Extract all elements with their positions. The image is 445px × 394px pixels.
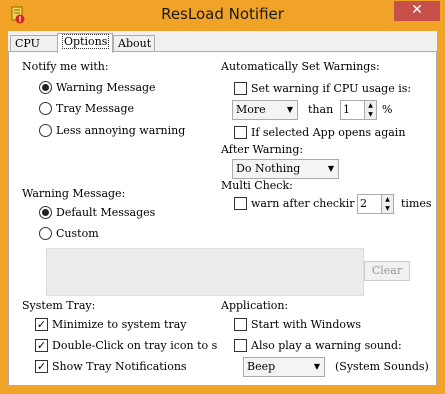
client-area: CPU Options About Notify me with: Warnin… <box>8 31 437 386</box>
threshold-spinner[interactable]: 1 ▲ ▼ <box>340 100 377 120</box>
threshold-value: 1 <box>343 103 350 116</box>
sound-source-label: (System Sounds) <box>335 360 429 373</box>
multi-check-label[interactable]: warn after checkir <box>251 197 359 210</box>
notify-heading: Notify me with: <box>22 60 109 73</box>
warning-message-heading: Warning Message: <box>22 187 126 200</box>
multi-check-checkbox[interactable] <box>234 197 247 210</box>
chevron-down-icon: ▼ <box>327 164 334 173</box>
warning-sound-label[interactable]: Also play a warning sound: <box>251 339 402 352</box>
tab-cpu-label: CPU <box>15 37 40 50</box>
system-tray-heading: System Tray: <box>22 299 96 312</box>
notify-tray-radio[interactable] <box>39 102 52 115</box>
start-windows-checkbox[interactable] <box>234 318 247 331</box>
percent-label: % <box>382 103 393 116</box>
app-opens-checkbox[interactable] <box>234 126 247 139</box>
custom-message-textarea[interactable] <box>46 248 364 296</box>
notify-less-radio[interactable] <box>39 124 52 137</box>
app-window: ResLoad Notifier ✕ CPU Options About Not… <box>0 0 445 394</box>
than-label: than <box>308 103 334 116</box>
cpu-usage-checkbox[interactable] <box>234 82 247 95</box>
custom-message-radio[interactable] <box>39 227 52 240</box>
sound-select-value: Beep <box>247 360 276 373</box>
notify-warning-radio[interactable] <box>39 81 52 94</box>
tab-about-label: About <box>118 37 152 50</box>
show-notifications-label[interactable]: Show Tray Notifications <box>52 360 187 373</box>
warning-sound-checkbox[interactable] <box>234 339 247 352</box>
spin-down-icon[interactable]: ▼ <box>364 110 376 119</box>
app-opens-label[interactable]: If selected App opens again <box>251 126 405 139</box>
after-warning-select[interactable]: Do Nothing ▼ <box>232 159 339 179</box>
options-panel: Notify me with: Warning Message Tray Mes… <box>8 51 437 386</box>
minimize-tray-label[interactable]: Minimize to system tray <box>52 318 187 331</box>
spin-up-icon[interactable]: ▲ <box>364 101 376 110</box>
notify-less-label[interactable]: Less annoying warning <box>56 124 185 137</box>
clear-button[interactable]: Clear <box>364 261 410 281</box>
custom-message-label[interactable]: Custom <box>56 227 99 240</box>
spin-up-icon[interactable]: ▲ <box>381 195 393 204</box>
double-click-tray-label[interactable]: Double-Click on tray icon to s <box>52 339 234 352</box>
after-warning-heading: After Warning: <box>221 143 304 156</box>
times-label: times <box>401 197 432 210</box>
multi-check-spinner[interactable]: 2 ▲ ▼ <box>357 194 394 214</box>
comparison-select-value: More <box>236 103 266 116</box>
default-messages-label[interactable]: Default Messages <box>56 206 155 219</box>
tab-options-label: Options <box>62 34 110 49</box>
notify-warning-label[interactable]: Warning Message <box>56 81 156 94</box>
title-bar[interactable]: ResLoad Notifier ✕ <box>0 0 445 31</box>
show-notifications-checkbox[interactable]: ✓ <box>35 360 48 373</box>
spin-down-icon[interactable]: ▼ <box>381 204 393 213</box>
tab-options[interactable]: Options <box>57 33 113 53</box>
auto-set-heading: Automatically Set Warnings: <box>221 60 380 73</box>
close-button[interactable]: ✕ <box>394 1 440 21</box>
multi-check-heading: Multi Check: <box>221 179 293 192</box>
chevron-down-icon: ▼ <box>286 105 293 114</box>
application-heading: Application: <box>221 299 289 312</box>
multi-check-count: 2 <box>360 197 367 210</box>
cpu-usage-label[interactable]: Set warning if CPU usage is: <box>251 82 411 95</box>
window-title: ResLoad Notifier <box>161 5 284 23</box>
double-click-tray-checkbox[interactable]: ✓ <box>35 339 48 352</box>
after-warning-value: Do Nothing <box>236 162 301 175</box>
comparison-select[interactable]: More ▼ <box>232 100 298 120</box>
notify-tray-label[interactable]: Tray Message <box>56 102 134 115</box>
minimize-tray-checkbox[interactable]: ✓ <box>35 318 48 331</box>
chevron-down-icon: ▼ <box>313 362 320 371</box>
sound-select[interactable]: Beep ▼ <box>243 357 325 377</box>
default-messages-radio[interactable] <box>39 206 52 219</box>
start-windows-label[interactable]: Start with Windows <box>251 318 361 331</box>
